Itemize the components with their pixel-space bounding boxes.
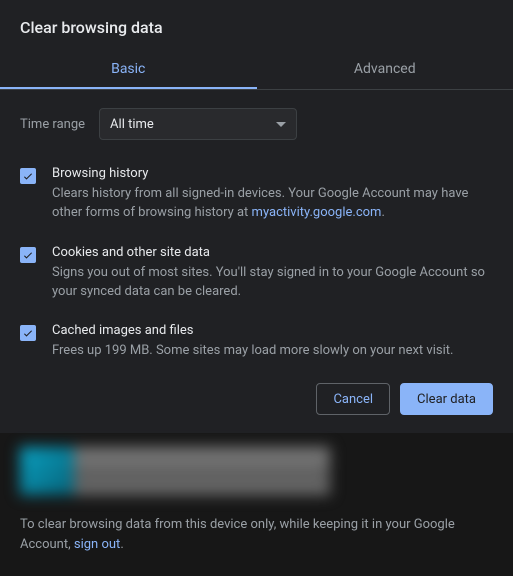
account-text-redacted	[74, 447, 330, 495]
dialog-buttons: Cancel Clear data	[0, 361, 513, 433]
checkbox-cache[interactable]	[20, 325, 36, 341]
time-range-row: Time range All time	[20, 108, 493, 140]
option-cookies: Cookies and other site data Signs you ou…	[20, 245, 493, 302]
option-cache: Cached images and files Frees up 199 MB.…	[20, 323, 493, 361]
option-browsing-history: Browsing history Clears history from all…	[20, 166, 493, 223]
option-title: Browsing history	[52, 166, 493, 181]
time-range-label: Time range	[20, 117, 85, 132]
chevron-down-icon	[276, 117, 286, 132]
desc-text: .	[381, 205, 384, 220]
tab-basic[interactable]: Basic	[0, 49, 257, 89]
option-text: Cached images and files Frees up 199 MB.…	[52, 323, 493, 361]
footer-text: To clear browsing data from this device …	[20, 515, 493, 554]
clear-browsing-data-dialog: Clear browsing data Basic Advanced Time …	[0, 0, 513, 576]
sign-out-link[interactable]: sign out	[74, 537, 120, 552]
option-text: Cookies and other site data Signs you ou…	[52, 245, 493, 302]
cancel-button[interactable]: Cancel	[316, 383, 390, 415]
option-desc: Frees up 199 MB. Some sites may load mor…	[52, 342, 493, 361]
option-title: Cookies and other site data	[52, 245, 493, 260]
option-title: Cached images and files	[52, 323, 493, 338]
clear-data-button[interactable]: Clear data	[400, 383, 493, 415]
avatar	[20, 447, 74, 495]
option-desc: Clears history from all signed-in device…	[52, 185, 493, 223]
time-range-select[interactable]: All time	[99, 108, 297, 140]
options-list: Browsing history Clears history from all…	[20, 166, 493, 361]
tabs: Basic Advanced	[0, 49, 513, 90]
dialog-content: Time range All time Browsing history Cle…	[0, 90, 513, 361]
time-range-value: All time	[110, 117, 154, 132]
checkbox-browsing-history[interactable]	[20, 168, 36, 184]
tab-advanced[interactable]: Advanced	[257, 49, 513, 89]
dialog-title: Clear browsing data	[0, 0, 513, 49]
option-text: Browsing history Clears history from all…	[52, 166, 493, 223]
option-desc: Signs you out of most sites. You'll stay…	[52, 264, 493, 302]
account-info-redacted	[20, 447, 330, 495]
myactivity-link[interactable]: myactivity.google.com	[252, 205, 382, 220]
footer-desc: .	[120, 537, 123, 552]
checkbox-cookies[interactable]	[20, 247, 36, 263]
